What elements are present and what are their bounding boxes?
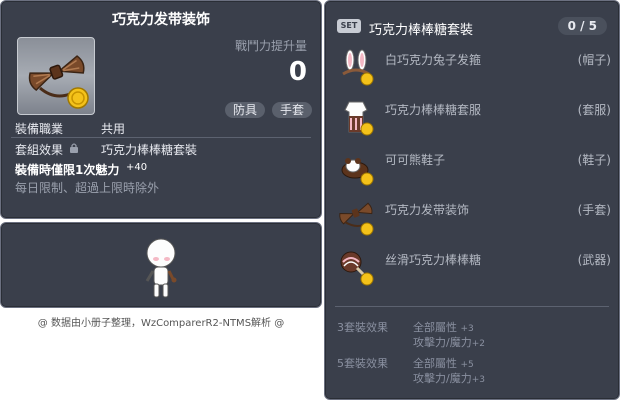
set-item-name: 可可熊鞋子 xyxy=(385,153,446,167)
combat-power-label: 戰鬥力提升量 xyxy=(234,39,307,53)
set-item-row: 白巧克力兔子发箍 (帽子) xyxy=(335,45,611,87)
set-item-row: 丝滑巧克力棒棒糖 (武器) xyxy=(335,245,611,287)
set-effect-stat: 攻擊力/魔力 xyxy=(413,372,472,385)
combat-power-value: 0 xyxy=(288,57,307,87)
equip-limit-value: +40 xyxy=(126,162,148,173)
item-name: 巧克力发带装饰 xyxy=(112,12,210,28)
ribbon-icon xyxy=(28,55,89,109)
set-effect-val: +2 xyxy=(471,339,485,349)
bunny-headband-icon xyxy=(342,49,374,86)
data-source-footer: @ 数据由小册子整理，WzComparerR2-NTMS解析 @ xyxy=(37,318,285,329)
set-effect-5-line2: 攻擊力/魔力+3 xyxy=(337,370,485,386)
overall-icon xyxy=(344,101,374,136)
divider xyxy=(11,137,311,138)
set-item-name: 巧克力发带装饰 xyxy=(385,203,470,217)
set-effect-stat: 全部屬性 xyxy=(413,321,457,334)
set-effect-3: 3套裝效果 全部屬性 +3 xyxy=(337,319,474,335)
set-effect-stat: 全部屬性 xyxy=(413,357,457,370)
lollipop-icon xyxy=(340,251,374,286)
avatar-preview-panel xyxy=(0,222,322,308)
set-effect-val: +5 xyxy=(460,360,474,370)
set-item-row: 巧克力发带装饰 (手套) xyxy=(335,195,611,237)
set-item-row: 巧克力棒棒糖套服 (套服) xyxy=(335,95,611,137)
set-item-name: 丝滑巧克力棒棒糖 xyxy=(385,253,482,267)
equip-limit-label: 裝備時僅限1次魅力 xyxy=(15,163,120,177)
set-effect-stat: 攻擊力/魔力 xyxy=(413,336,472,349)
set-item-slot: (武器) xyxy=(577,253,611,267)
divider xyxy=(335,306,609,307)
set-badge: SET xyxy=(337,19,361,33)
character-preview xyxy=(145,238,177,298)
job-label: 裝備職業 xyxy=(15,122,64,136)
set-effect-5: 5套裝效果 全部屬性 +5 xyxy=(337,355,474,371)
set-info-panel: SET 巧克力棒棒糖套裝 0 / 5 白巧克力兔子发箍 (帽子) 巧克力棒棒糖套… xyxy=(324,0,620,400)
item-tooltip-panel: 巧克力发带装饰 戰鬥力提升量 0 防具 手套 裝備職業 共用 套組效果 巧克力棒… xyxy=(0,0,322,219)
job-value: 共用 xyxy=(101,122,126,136)
ribbon-icon xyxy=(339,202,374,236)
set-item-name: 白巧克力兔子发箍 xyxy=(385,53,482,67)
set-effect-label: 套組效果 xyxy=(15,143,64,157)
set-item-row: 可可熊鞋子 (鞋子) xyxy=(335,145,611,187)
daily-limit-note: 每日限制、超過上限時除外 xyxy=(15,181,160,195)
set-count-badge: 0 / 5 xyxy=(557,17,607,35)
set-effect-3-line2: 攻擊力/魔力+2 xyxy=(337,334,485,350)
bear-shoes-icon xyxy=(341,158,374,186)
set-effect-label: 3套裝效果 xyxy=(337,321,388,334)
lock-icon xyxy=(70,143,78,153)
set-item-slot: (手套) xyxy=(577,203,611,217)
set-title: 巧克力棒棒糖套裝 xyxy=(369,23,474,38)
set-effect-val: +3 xyxy=(460,324,474,334)
set-item-slot: (鞋子) xyxy=(577,153,611,167)
item-type-tag: 防具 xyxy=(225,102,266,118)
item-icon-frame xyxy=(17,37,95,115)
set-item-slot: (帽子) xyxy=(577,53,611,67)
set-effect-value: 巧克力棒棒糖套裝 xyxy=(101,143,198,157)
set-effect-val: +3 xyxy=(471,375,485,385)
set-item-name: 巧克力棒棒糖套服 xyxy=(385,103,482,117)
set-item-slot: (套服) xyxy=(577,103,611,117)
item-slot-tag: 手套 xyxy=(272,102,313,118)
set-effect-label: 5套裝效果 xyxy=(337,357,388,370)
